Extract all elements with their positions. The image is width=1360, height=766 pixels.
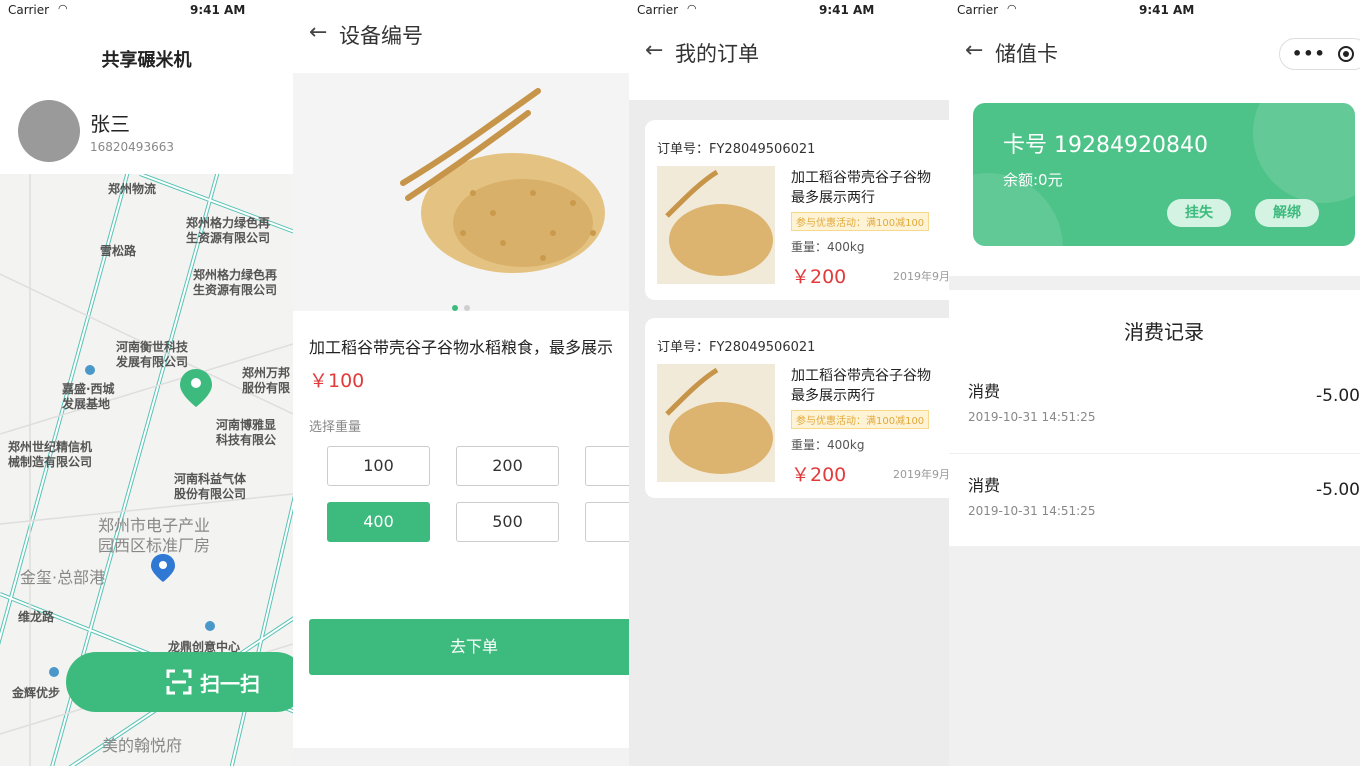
page-title: 我的订单 xyxy=(675,42,759,66)
record-time: 2019-10-31 14:51:25 xyxy=(968,504,1096,518)
order-date: 2019年9月 xyxy=(893,468,949,481)
weight-option[interactable]: 500 xyxy=(456,502,559,542)
page-title: 共享碾米机 xyxy=(101,50,192,71)
product-price: ￥100 xyxy=(309,370,365,392)
map-label: 河南衡世科技 发展有限公司 xyxy=(116,340,189,369)
page-title: 储值卡 xyxy=(995,42,1058,66)
card-screen: Carrier ◠ 9:41 AM ← 储值卡 ••• 卡号 192849208… xyxy=(949,0,1360,766)
back-arrow-icon[interactable]: ← xyxy=(645,38,663,63)
map-label: 维龙路 xyxy=(18,610,55,624)
menu-capsule: ••• xyxy=(1279,38,1360,70)
unbind-button[interactable]: 解绑 xyxy=(1255,199,1319,227)
product-image[interactable] xyxy=(293,73,629,311)
map-label: 郑州世纪精信机 械制造有限公司 xyxy=(8,440,93,469)
back-arrow-icon[interactable]: ← xyxy=(965,38,983,63)
location-pin-icon xyxy=(180,369,212,407)
user-phone: 16820493663 xyxy=(90,140,174,154)
weight-option[interactable]: 3 xyxy=(585,446,629,486)
weight-option-custom[interactable]: 自 xyxy=(585,502,629,542)
weight-option[interactable]: 200 xyxy=(456,446,559,486)
order-thumbnail xyxy=(657,364,775,482)
map-label: 河南博雅显 科技有限公 xyxy=(216,418,277,447)
map-label: 金辉优步 xyxy=(12,686,61,700)
wifi-icon: ◠ xyxy=(687,2,697,15)
record-amount: -5.00 xyxy=(1316,386,1360,406)
record-row: 消费 2019-10-31 14:51:25 -5.00 xyxy=(949,454,1360,548)
map-label: 郑州物流 xyxy=(108,182,157,196)
order-weight: 重量：400kg xyxy=(791,240,865,254)
grain-illustration xyxy=(400,88,605,273)
carrier-label: Carrier xyxy=(637,3,679,17)
map-label: 嘉盛·西城 发展基地 xyxy=(62,382,115,411)
carrier-label: Carrier xyxy=(8,3,50,17)
order-price: ￥200 xyxy=(791,266,847,288)
carrier-label: Carrier xyxy=(957,3,999,17)
map-label: 郑州格力绿色再 生资源有限公司 xyxy=(186,216,271,245)
card-number: 卡号 19284920840 xyxy=(1003,133,1208,158)
wifi-icon: ◠ xyxy=(58,2,68,15)
map-label: 金玺·总部港 xyxy=(20,568,106,587)
product-name: 加工稻谷带壳谷子谷物水稻粮食，最多展示 xyxy=(309,338,614,357)
record-type: 消费 xyxy=(968,382,1001,401)
order-date: 2019年9月 xyxy=(893,270,949,283)
consumption-records: 消费记录 消费 2019-10-31 14:51:25 -5.00 消费 201… xyxy=(949,290,1360,546)
clock: 9:41 AM xyxy=(819,3,875,17)
close-target-icon[interactable] xyxy=(1338,46,1354,62)
stored-value-card: 卡号 19284920840 余额:0元 挂失 解绑 xyxy=(973,103,1355,246)
orders-screen: Carrier ◠ 9:41 AM ← 我的订单 订单号：FY280495060… xyxy=(629,0,949,766)
home-screen: Carrier ◠ 9:41 AM 共享碾米机 张三 16820493663 郑… xyxy=(0,0,293,766)
map-label: 河南科益气体 股份有限公司 xyxy=(174,472,247,501)
carousel-dot[interactable] xyxy=(452,305,458,311)
map-label: 郑州市电子产业 园西区标准厂房 xyxy=(98,516,211,555)
clock: 9:41 AM xyxy=(1139,3,1195,17)
clock: 9:41 AM xyxy=(190,3,246,17)
order-card[interactable]: 订单号：FY28049506021 加工稻谷带壳谷子谷物 最多展示两行 参与优惠… xyxy=(645,120,949,300)
carousel-dots[interactable] xyxy=(293,296,629,315)
scan-button[interactable]: 扫一扫 xyxy=(66,652,293,712)
order-thumbnail xyxy=(657,166,775,284)
order-weight: 重量：400kg xyxy=(791,438,865,452)
current-location-icon xyxy=(151,554,175,582)
scan-icon xyxy=(166,669,192,695)
device-screen: ← 设备编号 加工稻谷带壳谷子谷物水稻粮食，最多展示 ￥100 选择重量 100… xyxy=(293,0,629,766)
nav-bar: ← 我的订单 xyxy=(629,38,949,78)
more-icon[interactable]: ••• xyxy=(1292,44,1326,63)
promo-tag: 参与优惠活动：满100减100 xyxy=(791,212,930,231)
avatar[interactable] xyxy=(18,100,80,162)
status-bar: Carrier ◠ 9:41 AM xyxy=(0,0,293,22)
record-time: 2019-10-31 14:51:25 xyxy=(968,410,1096,424)
weight-label: 选择重量 xyxy=(309,420,362,435)
weight-option-selected[interactable]: 400 xyxy=(327,502,430,542)
record-amount: -5.00 xyxy=(1316,480,1360,500)
card-balance: 余额:0元 xyxy=(1003,171,1063,189)
order-price: ￥200 xyxy=(791,464,847,486)
promo-tag: 参与优惠活动：满100减100 xyxy=(791,410,930,429)
report-lost-button[interactable]: 挂失 xyxy=(1167,199,1231,227)
page-title: 设备编号 xyxy=(339,24,423,48)
scan-label: 扫一扫 xyxy=(200,671,260,696)
status-bar: Carrier ◠ 9:41 AM xyxy=(629,0,949,22)
place-order-button[interactable]: 去下单 xyxy=(309,619,629,675)
map-label: 美的翰悦府 xyxy=(102,736,183,755)
records-title: 消费记录 xyxy=(1124,320,1204,344)
order-card[interactable]: 订单号：FY28049506021 加工稻谷带壳谷子谷物 最多展示两行 参与优惠… xyxy=(645,318,949,498)
order-product-name: 加工稻谷带壳谷子谷物 最多展示两行 xyxy=(791,368,931,404)
order-number: 订单号：FY28049506021 xyxy=(657,142,816,157)
status-bar: Carrier ◠ 9:41 AM xyxy=(949,0,1360,22)
nav-bar: ← 设备编号 xyxy=(293,20,629,60)
card-decoration xyxy=(1253,103,1355,203)
bottom-spacer xyxy=(293,748,629,766)
map-label: 郑州万邦 服份有限 xyxy=(242,366,291,395)
map-label: 郑州格力绿色再 生资源有限公司 xyxy=(193,268,278,297)
back-arrow-icon[interactable]: ← xyxy=(309,20,327,45)
record-type: 消费 xyxy=(968,476,1001,495)
carousel-dot[interactable] xyxy=(464,305,470,311)
wifi-icon: ◠ xyxy=(1007,2,1017,15)
order-number: 订单号：FY28049506021 xyxy=(657,340,816,355)
order-product-name: 加工稻谷带壳谷子谷物 最多展示两行 xyxy=(791,170,931,206)
user-name: 张三 xyxy=(90,112,130,136)
record-row: 消费 2019-10-31 14:51:25 -5.00 xyxy=(949,360,1360,454)
weight-option[interactable]: 100 xyxy=(327,446,430,486)
map-label: 雪松路 xyxy=(100,244,137,258)
